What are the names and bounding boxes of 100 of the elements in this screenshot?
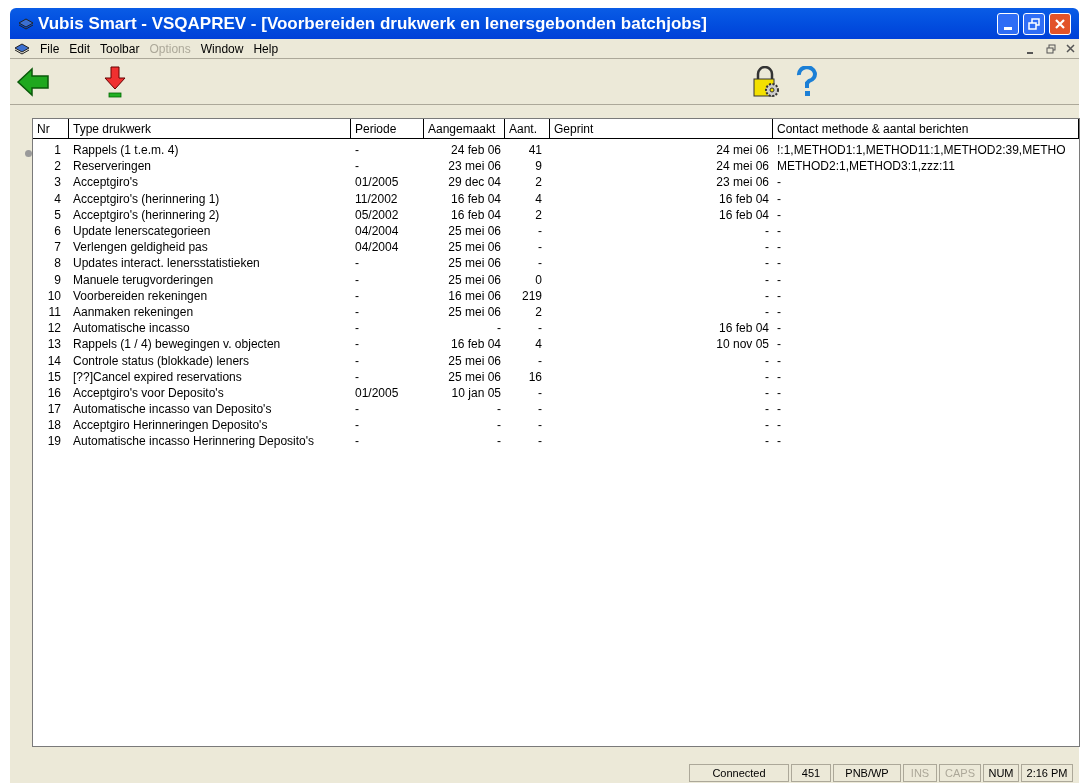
table-cell: - [765, 272, 769, 287]
table-cell: Rappels (1 / 4) bewegingen v. objecten [73, 337, 281, 352]
table-cell: - [538, 321, 542, 336]
table-cell: 2 [535, 207, 542, 222]
table-cell: Acceptgiro's (herinnering 1) [73, 191, 220, 206]
table-cell: 25 mei 06 [448, 256, 501, 271]
table-cell: Acceptgiro Herinneringen Deposito's [73, 418, 268, 433]
table-cell: 2 [535, 304, 542, 319]
table-cell: - [777, 434, 781, 449]
table-cell: Voorbereiden rekeningen [73, 288, 208, 303]
table-cell: 25 mei 06 [448, 353, 501, 368]
table-cell: 4 [535, 191, 542, 206]
table-cell: 3 [54, 175, 61, 190]
minimize-button[interactable] [997, 12, 1019, 35]
table-cell: 23 mei 06 [448, 159, 501, 174]
table-cell: 10 jan 05 [451, 385, 501, 400]
books-icon [18, 16, 34, 31]
table-cell: - [777, 402, 781, 417]
table-cell: - [777, 288, 781, 303]
table-cell: 16 [47, 385, 61, 400]
table-cell: METHOD2:1,METHOD3:1,zzz:11 [777, 159, 955, 174]
column-header[interactable]: Aangemaakt [424, 119, 505, 138]
table-cell: [??]Cancel expired reservations [73, 369, 242, 384]
table-cell: - [355, 402, 359, 417]
table-cell: - [765, 434, 769, 449]
menu-item[interactable]: Toolbar [100, 39, 140, 58]
restore-icon[interactable] [1046, 43, 1056, 54]
table-cell: - [765, 256, 769, 271]
table-cell: 10 nov 05 [716, 337, 769, 352]
table-cell: - [777, 337, 781, 352]
table-cell: Manuele terugvorderingen [73, 272, 214, 287]
table-cell: 19 [47, 434, 61, 449]
download-arrow-icon[interactable] [104, 65, 126, 98]
table-cell: 29 dec 04 [448, 175, 501, 190]
table-cell: 23 mei 06 [716, 175, 769, 190]
back-arrow-icon[interactable] [16, 66, 50, 97]
table-cell: - [765, 369, 769, 384]
help-icon[interactable] [796, 65, 818, 98]
window-title: Vubis Smart - VSQAPREV - [Voorbereiden drukwerk en lenersgebonden batchjobs] [38, 12, 707, 35]
table-cell: - [777, 191, 781, 206]
table-cell: 41 [528, 143, 542, 158]
table-cell: - [538, 353, 542, 368]
restore-icon [1028, 17, 1040, 30]
table-cell: - [355, 304, 359, 319]
table-cell: Updates interact. lenersstatistieken [73, 256, 260, 271]
table-cell: - [538, 240, 542, 255]
table-cell: 24 mei 06 [716, 159, 769, 174]
menu-item[interactable]: File [40, 39, 60, 58]
table-cell: - [765, 224, 769, 239]
table-cell: 11/2002 [355, 191, 398, 206]
table-cell: - [777, 272, 781, 287]
table-cell: - [777, 304, 781, 319]
table-cell: 24 mei 06 [716, 143, 769, 158]
table-cell: 04/2004 [355, 224, 399, 239]
lock-gear-icon[interactable] [752, 65, 780, 98]
close-icon[interactable] [1066, 44, 1075, 53]
column-header[interactable]: Type drukwerk [69, 119, 351, 138]
restore-button[interactable] [1023, 12, 1045, 35]
table-cell: - [777, 321, 781, 336]
column-header[interactable]: Periode [351, 119, 424, 138]
table-cell: 14 [47, 353, 61, 368]
table-cell: 16 [528, 369, 542, 384]
table-cell: 13 [47, 337, 61, 352]
table-cell: - [777, 369, 781, 384]
table-cell: - [538, 256, 542, 271]
table-cell: Acceptgiro's (herinnering 2) [73, 207, 220, 222]
table-cell: - [355, 143, 359, 158]
status-panel: CAPS [939, 763, 981, 783]
status-panel: INS [903, 763, 937, 783]
table-cell: Acceptgiro's [73, 175, 138, 190]
books-icon [14, 41, 30, 56]
table-cell: 8 [54, 256, 61, 271]
table-cell: - [355, 159, 359, 174]
table-cell: - [497, 402, 501, 417]
table-cell: 17 [47, 402, 61, 417]
table-cell: Aanmaken rekeningen [73, 304, 194, 319]
table-cell: 2 [54, 159, 61, 174]
column-header[interactable]: Geprint [550, 119, 773, 138]
close-button[interactable] [1049, 12, 1071, 35]
column-header[interactable]: Nr [33, 119, 69, 138]
menu-item[interactable]: Window [200, 39, 244, 58]
table-cell: !:1,METHOD1:1,METHOD11:1,METHOD2:39,METHO [777, 143, 1066, 158]
table-cell: Acceptgiro's voor Deposito's [73, 385, 224, 400]
table-cell: - [355, 369, 359, 384]
column-header[interactable]: Aant. [505, 119, 550, 138]
column-header[interactable]: Contact methode & aantal berichten [773, 119, 1079, 138]
table-cell: 04/2004 [355, 240, 399, 255]
table-cell: 18 [47, 418, 61, 433]
table-cell: - [538, 418, 542, 433]
table-cell: 6 [54, 224, 61, 239]
menu-item[interactable]: Help [253, 39, 279, 58]
status-panel: 2:16 PM [1021, 763, 1073, 783]
table-cell: 01/2005 [355, 385, 399, 400]
table-cell: - [355, 272, 359, 287]
menu-item[interactable]: Edit [69, 39, 91, 58]
table-cell: - [497, 434, 501, 449]
table-cell: 1 [54, 143, 61, 158]
table-cell: 25 mei 06 [448, 304, 501, 319]
table-cell: 11 [48, 304, 61, 319]
table-cell: - [765, 418, 769, 433]
